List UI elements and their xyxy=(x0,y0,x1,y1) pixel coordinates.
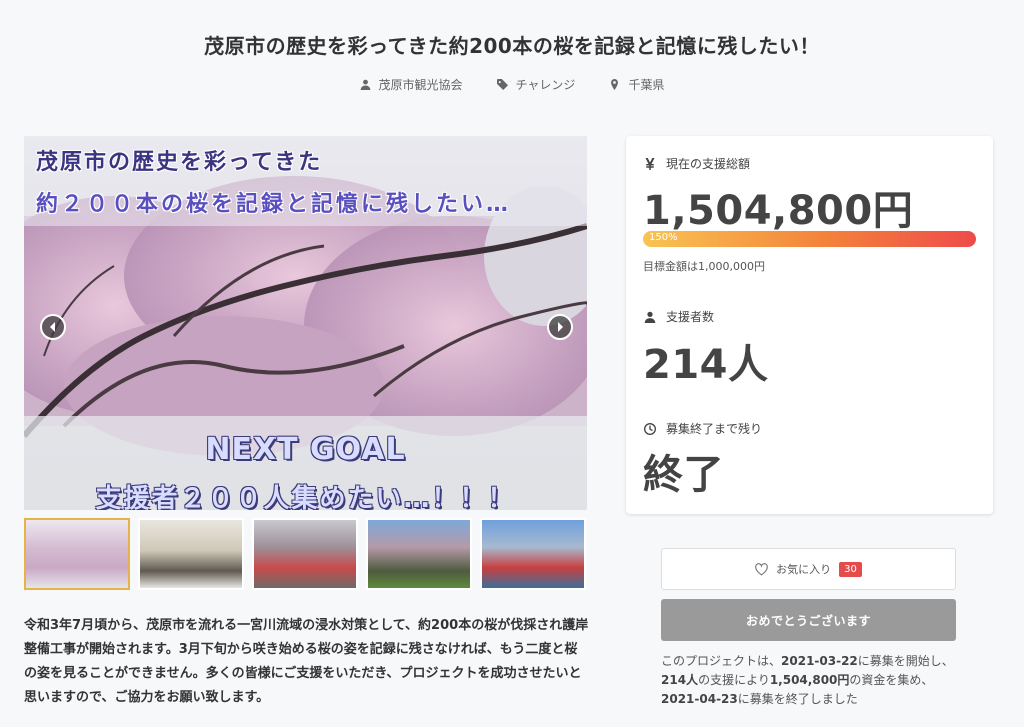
progress-percent: 150% xyxy=(649,232,678,243)
remaining-value: 終了 xyxy=(643,452,724,498)
yen-icon xyxy=(645,157,655,170)
next-slide-button[interactable] xyxy=(547,314,573,340)
funding-panel: 現在の支援総額 1,504,800円 150% 目標金額は1,000,000円 … xyxy=(626,136,993,514)
summary-amount: 1,504,800円 xyxy=(769,673,850,687)
status-button[interactable]: おめでとうございます xyxy=(661,599,956,641)
total-label: 現在の支援総額 xyxy=(644,155,750,172)
owner-link[interactable]: 茂原市観光協会 xyxy=(360,76,463,93)
summary-start-date: 2021-03-22 xyxy=(781,654,858,668)
goal-amount: 目標金額は1,000,000円 xyxy=(643,260,765,273)
map-pin-icon xyxy=(611,79,619,90)
user-icon xyxy=(644,311,656,323)
location-name: 千葉県 xyxy=(628,78,665,92)
summary-suffix: に募集を終了しました xyxy=(737,692,858,706)
next-goal-text: 支援者２００人集めたい…！！！ xyxy=(95,484,516,510)
favorite-button[interactable]: お気に入り 30 xyxy=(661,548,956,590)
user-icon xyxy=(360,79,370,90)
thumbnail-4[interactable] xyxy=(366,518,472,590)
summary-text-2: の支援により xyxy=(698,673,770,687)
next-goal-heading: NEXT GOAL xyxy=(205,432,406,467)
tag-icon xyxy=(496,79,508,90)
supporters-count: 214人 xyxy=(643,342,769,388)
progress-bar: 150% xyxy=(643,231,976,247)
total-amount: 1,504,800円 xyxy=(643,188,914,234)
remaining-label-text: 募集終了まで残り xyxy=(666,422,763,436)
owner-name: 茂原市観光協会 xyxy=(378,78,463,92)
favorite-label: お気に入り xyxy=(776,563,832,576)
category-link[interactable]: チャレンジ xyxy=(496,76,576,93)
thumbnail-2[interactable] xyxy=(138,518,244,590)
favorite-count-badge: 30 xyxy=(839,561,862,577)
hero-heading-line1: 茂原市の歴史を彩ってきた xyxy=(36,150,323,175)
hero-image: 茂原市の歴史を彩ってきた 約２００本の桜を記録と記憶に残したい… NEXT GO… xyxy=(24,136,587,510)
total-label-text: 現在の支援総額 xyxy=(666,157,751,171)
thumbnail-1[interactable] xyxy=(24,518,130,590)
hero-heading-line2: 約２００本の桜を記録と記憶に残したい… xyxy=(36,192,512,217)
summary-end-date: 2021-04-23 xyxy=(661,692,738,706)
project-title: 茂原市の歴史を彩ってきた約200本の桜を記録と記憶に残したい！ xyxy=(204,34,820,58)
project-description: 令和3年7月頃から、茂原市を流れる一宮川流域の浸水対策として、約200本の桜が伐… xyxy=(24,618,589,705)
location-link[interactable]: 千葉県 xyxy=(609,76,664,93)
project-meta: 茂原市観光協会 チャレンジ 千葉県 xyxy=(0,76,1024,93)
supporters-label: 支援者数 xyxy=(644,308,714,325)
prev-slide-button[interactable] xyxy=(40,314,66,340)
chevron-right-icon xyxy=(558,322,563,332)
supporters-label-text: 支援者数 xyxy=(666,310,715,324)
summary-text-3: の資金を集め、 xyxy=(849,673,934,687)
thumbnail-strip xyxy=(24,518,586,590)
remaining-label: 募集終了まで残り xyxy=(644,420,762,437)
chevron-left-icon xyxy=(50,322,55,332)
clock-icon xyxy=(644,422,656,435)
project-summary: このプロジェクトは、2021-03-22に募集を開始し、 214人の支援により1,… xyxy=(661,652,961,709)
thumbnail-5[interactable] xyxy=(480,518,586,590)
summary-supporters: 214人 xyxy=(661,673,699,687)
heart-icon xyxy=(755,562,768,575)
summary-text-1: に募集を開始し、 xyxy=(857,654,954,668)
thumbnail-3[interactable] xyxy=(252,518,358,590)
summary-prefix: このプロジェクトは、 xyxy=(661,654,782,668)
category-name: チャレンジ xyxy=(515,78,576,92)
